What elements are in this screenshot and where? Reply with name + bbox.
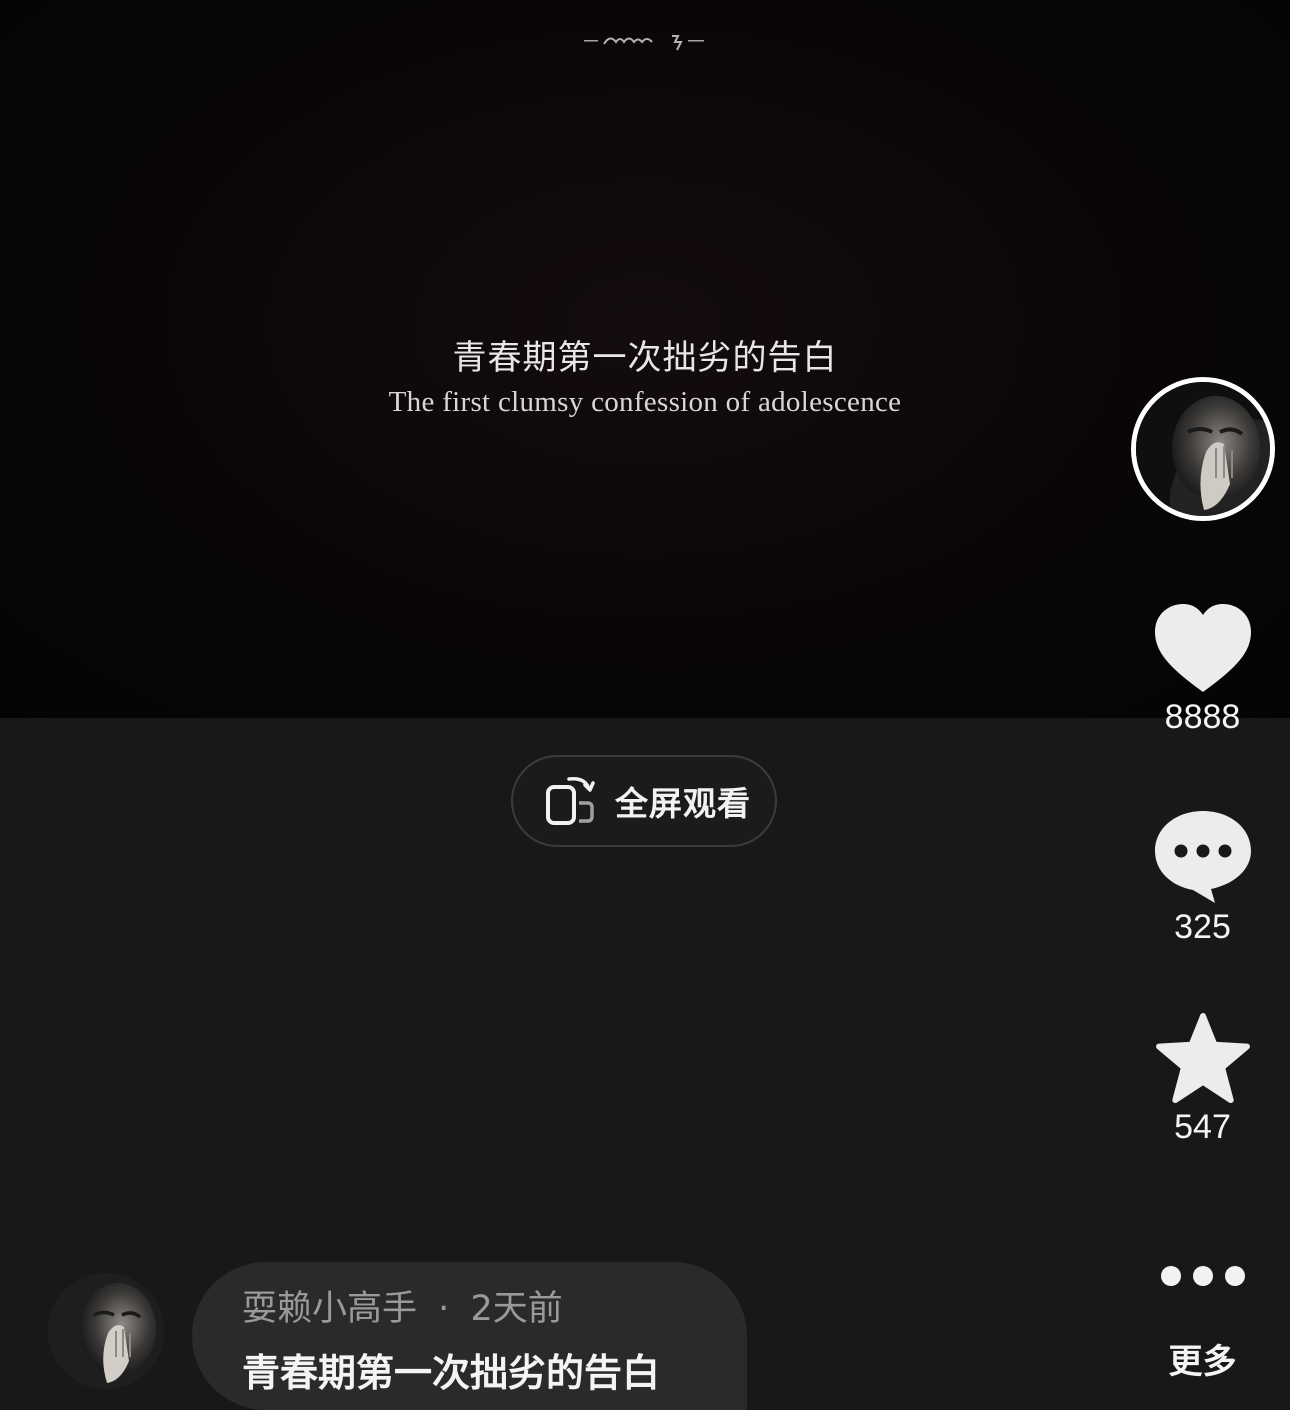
comment-count: 325 xyxy=(1174,908,1231,946)
video-player[interactable]: 青春期第一次拙劣的告白 The first clumsy confession … xyxy=(0,0,1290,718)
more-label: 更多 xyxy=(1168,1342,1237,1382)
rotate-phone-icon xyxy=(545,773,597,829)
creator-avatar[interactable] xyxy=(1131,377,1275,521)
meta-separator: · xyxy=(438,1289,450,1329)
fullscreen-button[interactable]: 全屏观看 xyxy=(511,755,777,847)
like-count: 8888 xyxy=(1164,698,1241,736)
fullscreen-label: 全屏观看 xyxy=(615,784,751,823)
video-watermark-logo xyxy=(580,24,710,58)
video-subtitle-english: The first clumsy confession of adolescen… xyxy=(388,386,902,418)
post-caption[interactable]: 耍赖小高手 · 2天前 青春期第一次拙劣的告白 xyxy=(192,1262,747,1410)
post-title: 青春期第一次拙劣的告白 xyxy=(242,1351,661,1395)
favorite-action[interactable]: 547 xyxy=(1140,1012,1265,1147)
post-meta: 耍赖小高手 · 2天前 xyxy=(242,1280,563,1331)
video-subtitle-chinese: 青春期第一次拙劣的告白 xyxy=(452,338,838,378)
like-action[interactable]: 8888 xyxy=(1140,602,1265,737)
comment-bubble-icon xyxy=(1153,811,1253,908)
author-name[interactable]: 耍赖小高手 xyxy=(242,1289,417,1329)
favorite-count: 547 xyxy=(1174,1108,1231,1146)
heart-icon xyxy=(1153,604,1253,698)
comment-action[interactable]: 325 xyxy=(1140,808,1265,947)
author-avatar[interactable] xyxy=(48,1273,164,1389)
ellipsis-icon xyxy=(1153,1266,1253,1296)
star-icon xyxy=(1155,1012,1251,1108)
post-time: 2天前 xyxy=(470,1289,563,1329)
more-action[interactable]: 更多 xyxy=(1140,1262,1265,1383)
